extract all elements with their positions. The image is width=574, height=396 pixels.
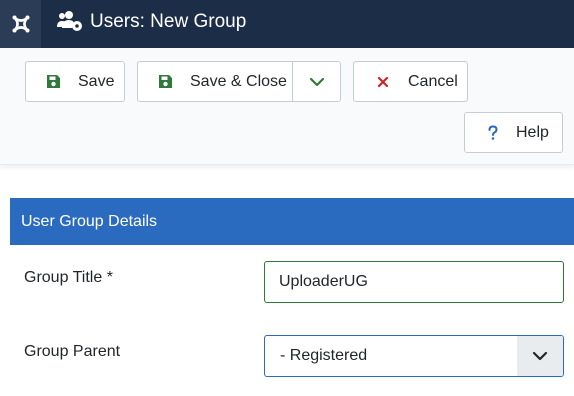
- joomla-logo-button[interactable]: [0, 0, 41, 48]
- joomla-logo-icon: [12, 15, 29, 33]
- select-toggle[interactable]: [517, 336, 563, 376]
- help-button[interactable]: Help: [464, 112, 563, 153]
- x-icon: [374, 73, 392, 91]
- header-bar: Users: New Group: [0, 0, 574, 48]
- help-button-label: Help: [516, 123, 549, 141]
- group-title-input[interactable]: [264, 261, 564, 303]
- save-close-button-label: Save & Close: [190, 72, 287, 90]
- group-title-label: Group Title *: [24, 269, 113, 286]
- chevron-down-icon: [309, 77, 325, 86]
- page-title: Users: New Group: [90, 11, 247, 32]
- card-header-title: User Group Details: [21, 212, 158, 230]
- group-parent-selected-value: - Registered: [280, 347, 368, 364]
- save-options-dropdown-toggle[interactable]: [293, 62, 341, 101]
- group-parent-select[interactable]: - Registered: [264, 335, 564, 377]
- save-button-label: Save: [78, 72, 115, 90]
- group-parent-label: Group Parent: [24, 343, 121, 360]
- save-close-button-group[interactable]: Save & Close: [137, 61, 341, 102]
- cancel-button[interactable]: Cancel: [353, 61, 468, 102]
- save-button[interactable]: Save: [25, 61, 125, 102]
- users-cog-icon: [57, 11, 82, 31]
- question-icon: [484, 124, 502, 142]
- toolbar: Save Save & Close Cancel Help: [0, 48, 574, 165]
- chevron-down-icon: [532, 351, 548, 361]
- cancel-button-label: Cancel: [408, 72, 458, 90]
- floppy-disk-icon: [44, 73, 62, 91]
- floppy-disk-icon: [156, 73, 174, 91]
- card-header: User Group Details: [10, 198, 574, 245]
